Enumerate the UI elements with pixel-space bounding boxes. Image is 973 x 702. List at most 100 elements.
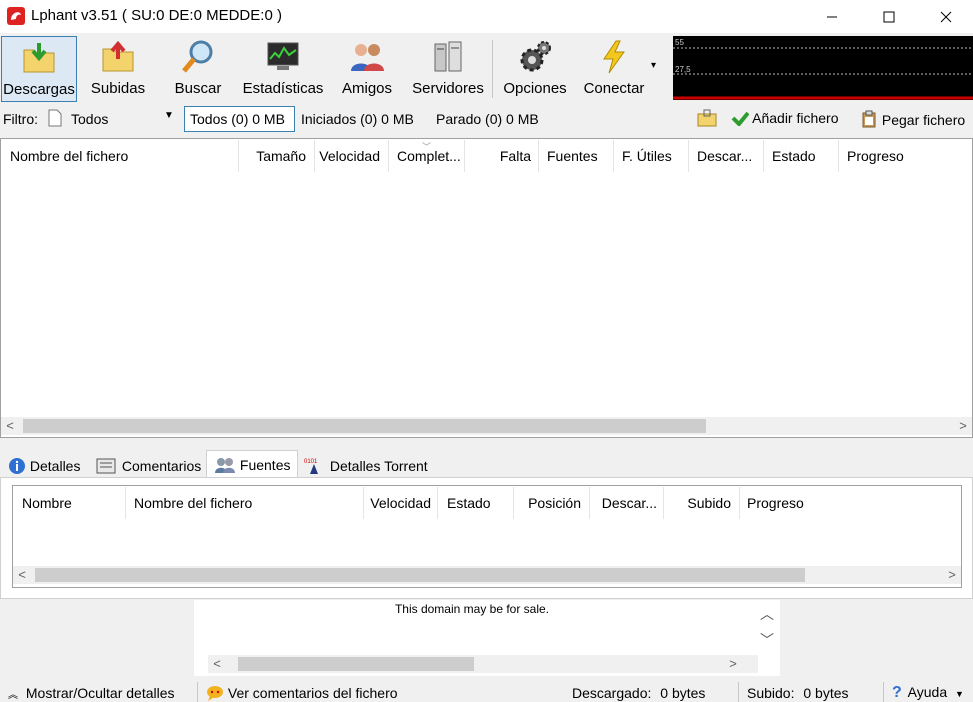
friends-icon [351, 44, 384, 71]
tab-todos[interactable]: Todos (0) 0 MB [184, 106, 295, 132]
toolbar-overflow-icon[interactable]: ▾ [651, 60, 665, 76]
tab-comentarios[interactable]: Comentarios [96, 452, 204, 478]
column-header-descargado[interactable]: Descar... [689, 140, 764, 172]
tab-detalles-torrent[interactable]: 0101 Detalles Torrent [302, 452, 430, 478]
servidores-button[interactable]: Servidores [408, 36, 488, 102]
maximize-button[interactable] [866, 0, 912, 33]
ad-banner[interactable]: This domain may be for sale. ︿ ﹀ < > [194, 600, 780, 676]
question-icon: ? [892, 684, 902, 701]
ad-text: This domain may be for sale. [394, 602, 550, 616]
src-column-nombre[interactable]: Nombre [13, 487, 126, 519]
downloads-horizontal-scrollbar[interactable]: < > [1, 417, 972, 435]
toolbar-separator [492, 40, 493, 98]
servidores-label: Servidores [412, 80, 484, 97]
help-button[interactable]: ? Ayuda ▼ [892, 684, 964, 702]
filter-dropdown[interactable]: Todos ▼ [46, 107, 180, 131]
scrollbar-thumb[interactable] [23, 419, 706, 433]
column-header-fuentes[interactable]: Fuentes [539, 140, 614, 172]
double-chevron-up-icon: ︽ [8, 690, 18, 701]
estadisticas-label: Estadísticas [242, 80, 324, 97]
src-column-progreso[interactable]: Progreso [740, 487, 961, 519]
src-column-descargado[interactable]: Descar... [590, 487, 664, 519]
torrent-icon: 0101 [304, 459, 318, 474]
app-logo-icon [6, 6, 26, 26]
upload-folder-icon [102, 40, 134, 72]
scroll-left-icon[interactable]: < [208, 655, 226, 673]
sort-chevron-icon: ﹀ [422, 142, 432, 152]
subidas-button[interactable]: Subidas [82, 36, 154, 102]
scrollbar-thumb[interactable] [35, 568, 805, 582]
scroll-down-icon[interactable]: ﹀ [760, 630, 774, 650]
src-column-nombre-fichero[interactable]: Nombre del fichero [126, 487, 364, 519]
add-file-icon [731, 111, 750, 127]
status-separator [883, 682, 884, 702]
amigos-label: Amigos [341, 80, 393, 97]
src-column-estado[interactable]: Estado [438, 487, 514, 519]
close-button[interactable] [923, 0, 969, 33]
sources-horizontal-scrollbar[interactable]: < > [13, 566, 961, 584]
column-header-velocidad[interactable]: Velocidad [315, 140, 389, 172]
add-file-button[interactable]: Añadir fichero [731, 110, 839, 127]
minimize-button[interactable] [809, 0, 855, 33]
buscar-label: Buscar [174, 80, 222, 97]
folder-lock-icon[interactable] [696, 108, 718, 131]
descargas-button[interactable]: Descargas [1, 36, 77, 102]
filter-selected-value: Todos [71, 111, 109, 127]
servers-icon [434, 41, 462, 72]
src-column-subido[interactable]: Subido [664, 487, 740, 519]
scroll-left-icon[interactable]: < [13, 566, 31, 584]
amigos-button[interactable]: Amigos [333, 36, 401, 102]
chevron-down-icon: ▼ [164, 110, 174, 121]
src-column-posicion[interactable]: Posición [514, 487, 590, 519]
lightning-icon [603, 40, 625, 74]
subidas-label: Subidas [90, 80, 146, 97]
uploaded-label: Subido: [747, 685, 795, 701]
scroll-up-icon[interactable]: ︿ [760, 604, 774, 624]
chevron-down-icon: ▼ [955, 689, 964, 699]
scroll-left-icon[interactable]: < [1, 417, 19, 435]
scroll-right-icon[interactable]: > [954, 417, 972, 435]
tab-fuentes-label: Fuentes [239, 457, 291, 473]
add-file-label: Añadir fichero [752, 110, 839, 126]
tab-comentarios-label: Comentarios [121, 458, 202, 474]
status-separator [738, 682, 739, 702]
conectar-button[interactable]: Conectar [577, 36, 651, 102]
tab-fuentes[interactable]: Fuentes [206, 450, 298, 478]
filter-label: Filtro: [3, 111, 38, 127]
downloaded-value: 0 bytes [660, 685, 706, 701]
estadisticas-button[interactable]: Estadísticas [240, 36, 326, 102]
column-header-futiles[interactable]: F. Útiles [614, 140, 689, 172]
svg-text:0101: 0101 [304, 459, 318, 465]
column-header-tamano[interactable]: Tamaño [239, 140, 315, 172]
column-header-nombre[interactable]: Nombre del fichero [1, 140, 239, 172]
download-folder-icon [23, 43, 55, 73]
scroll-right-icon[interactable]: > [724, 655, 742, 673]
tab-detalles[interactable]: Detalles [8, 452, 92, 478]
buscar-button[interactable]: Buscar [162, 36, 234, 102]
tab-detalles-label: Detalles [29, 458, 81, 474]
tab-iniciados[interactable]: Iniciados (0) 0 MB [301, 111, 414, 127]
toggle-details-button[interactable]: ︽ Mostrar/Ocultar detalles [8, 685, 175, 701]
conectar-label: Conectar [583, 80, 645, 97]
paste-file-button[interactable]: Pegar fichero [860, 110, 965, 128]
magnifier-icon [182, 40, 213, 73]
comment-bubble-icon [207, 686, 223, 701]
comments-icon [96, 458, 116, 474]
downloaded-label: Descargado: [572, 685, 652, 701]
column-header-falta[interactable]: Falta [465, 140, 539, 172]
scrollbar-thumb[interactable] [238, 657, 474, 671]
view-comments-label: Ver comentarios del fichero [227, 685, 398, 701]
status-separator [197, 682, 198, 702]
src-column-velocidad[interactable]: Velocidad [364, 487, 438, 519]
tab-parado[interactable]: Parado (0) 0 MB [436, 111, 539, 127]
scroll-right-icon[interactable]: > [943, 566, 961, 584]
ad-horizontal-scrollbar[interactable]: < > [208, 655, 758, 673]
opciones-button[interactable]: Opciones [498, 36, 572, 102]
column-header-estado[interactable]: Estado [764, 140, 839, 172]
downloads-list[interactable] [0, 138, 973, 438]
document-icon [48, 109, 62, 130]
uploaded-status: Subido: 0 bytes [747, 685, 849, 701]
view-comments-button[interactable]: Ver comentarios del fichero [206, 685, 398, 701]
column-header-progreso[interactable]: Progreso [839, 140, 972, 172]
descargas-label: Descargas [3, 81, 75, 98]
